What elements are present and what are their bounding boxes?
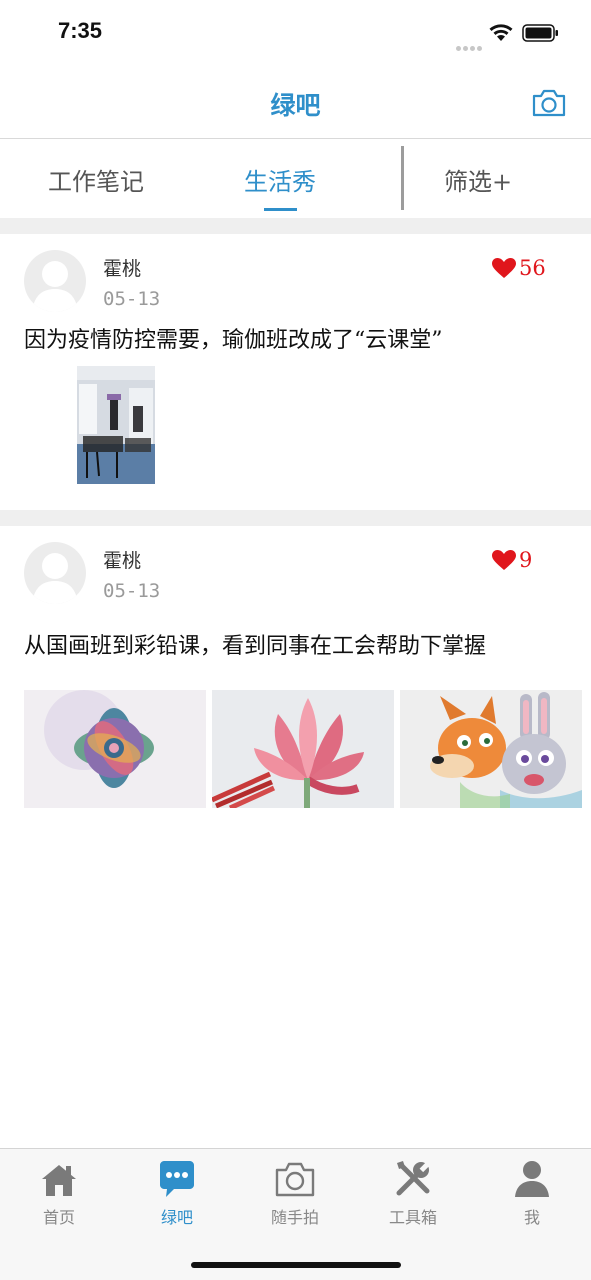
heart-icon bbox=[492, 550, 516, 570]
tools-icon bbox=[396, 1161, 430, 1196]
tab-toolbox[interactable]: 工具箱 bbox=[373, 1159, 453, 1228]
camera-icon[interactable] bbox=[531, 88, 567, 118]
heart-icon bbox=[492, 258, 516, 278]
tab-snapshot[interactable]: 随手拍 bbox=[255, 1159, 335, 1228]
post-card[interactable]: 霍桃 05-13 9 从国画班到彩铅课，看到同事在工会帮助下掌握 bbox=[0, 526, 591, 826]
tab-home-label: 首页 bbox=[42, 1208, 75, 1227]
chat-bubble-icon bbox=[160, 1161, 194, 1197]
like-count: 9 bbox=[519, 548, 533, 572]
tab-lvba[interactable]: 绿吧 bbox=[137, 1159, 217, 1228]
post-image-succulent[interactable] bbox=[24, 690, 206, 808]
nav-bar: 绿吧 bbox=[0, 66, 591, 139]
bottom-tab-bar: 首页 绿吧 随手拍 工具箱 我 bbox=[0, 1148, 591, 1280]
filter-button[interactable]: 筛选+ bbox=[444, 162, 512, 197]
section-separator bbox=[0, 218, 591, 234]
home-indicator[interactable] bbox=[191, 1262, 401, 1268]
page-title: 绿吧 bbox=[270, 91, 321, 120]
post-text[interactable]: 因为疫情防控需要，瑜伽班改成了“云课堂” bbox=[24, 322, 443, 354]
tab-divider bbox=[401, 146, 404, 210]
tab-life-show[interactable]: 生活秀 bbox=[244, 162, 316, 197]
default-avatar-icon bbox=[32, 553, 78, 604]
like-count: 56 bbox=[519, 256, 546, 280]
post-image-gallery bbox=[24, 690, 584, 808]
battery-icon bbox=[522, 24, 558, 42]
post-card[interactable]: 霍桃 05-13 56 因为疫情防控需要，瑜伽班改成了“云课堂” bbox=[0, 234, 591, 510]
post-date: 05-13 bbox=[103, 580, 161, 602]
tab-home[interactable]: 首页 bbox=[19, 1159, 99, 1228]
post-image-zootopia[interactable] bbox=[400, 690, 582, 808]
author-name[interactable]: 霍桃 bbox=[103, 546, 141, 573]
avatar[interactable] bbox=[24, 250, 86, 312]
post-image-lotus[interactable] bbox=[212, 690, 394, 808]
person-icon bbox=[515, 1161, 549, 1197]
segment-tabs: 工作笔记 生活秀 筛选+ bbox=[0, 140, 591, 218]
post-image-yoga-classroom[interactable] bbox=[77, 366, 155, 484]
post-date: 05-13 bbox=[103, 288, 161, 310]
status-time: 7:35 bbox=[58, 18, 103, 43]
default-avatar-icon bbox=[32, 261, 78, 312]
home-icon bbox=[42, 1165, 76, 1196]
like-button[interactable]: 56 bbox=[491, 256, 546, 280]
cellular-signal-icon bbox=[456, 36, 484, 55]
author-name[interactable]: 霍桃 bbox=[103, 254, 141, 281]
tab-work-notes[interactable]: 工作笔记 bbox=[48, 162, 144, 197]
tab-me-label: 我 bbox=[523, 1208, 540, 1227]
tab-lvba-label: 绿吧 bbox=[160, 1208, 193, 1227]
post-text[interactable]: 从国画班到彩铅课，看到同事在工会帮助下掌握 bbox=[24, 628, 486, 660]
active-tab-indicator bbox=[264, 208, 297, 211]
wifi-icon bbox=[489, 24, 513, 41]
like-button[interactable]: 9 bbox=[491, 548, 532, 572]
tab-me[interactable]: 我 bbox=[492, 1159, 572, 1228]
camera-icon bbox=[275, 1162, 315, 1197]
tab-snapshot-label: 随手拍 bbox=[270, 1208, 319, 1227]
tab-toolbox-label: 工具箱 bbox=[388, 1208, 437, 1227]
section-separator bbox=[0, 510, 591, 526]
avatar[interactable] bbox=[24, 542, 86, 604]
status-bar: 7:35 bbox=[0, 0, 591, 66]
